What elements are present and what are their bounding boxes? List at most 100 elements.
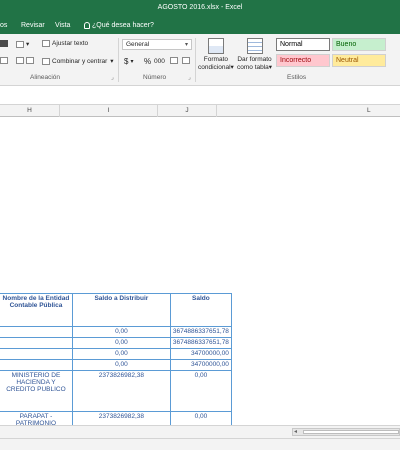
- conditional-format-label-1: Formato: [203, 56, 228, 63]
- dropdown-caret-icon: ▾: [110, 58, 114, 65]
- scrollbar-thumb[interactable]: [303, 430, 399, 434]
- scroll-left-arrow-icon[interactable]: ◂: [294, 428, 297, 435]
- tab-revisar[interactable]: Revisar: [21, 22, 45, 29]
- format-as-table-label-1: Dar formato: [237, 56, 272, 63]
- ribbon: ▾ Ajustar texto Combinar y centrar ▾ Alin…: [0, 34, 400, 86]
- table-cell[interactable]: 0,00: [71, 359, 171, 371]
- thousands-button[interactable]: 000: [154, 58, 165, 65]
- table-row: 0,00 34700000,00: [0, 348, 232, 360]
- table-header-row: Nombre de la Entidad Contable Pública Sa…: [0, 293, 232, 327]
- status-bar: [0, 438, 400, 450]
- ribbon-tabs: os Revisar Vista ¿Qué desea hacer?: [0, 17, 400, 34]
- table-row: MINISTERIO DE HACIENDA Y CREDITO PUBLICO…: [0, 370, 232, 412]
- lightbulb-icon: [84, 22, 90, 29]
- decrease-decimal-button[interactable]: [182, 57, 192, 64]
- indent-icon: [26, 57, 34, 64]
- merge-center-icon: [42, 57, 50, 65]
- table-cell[interactable]: 0,00: [169, 411, 232, 425]
- table-row: 0,00 34700000,00: [0, 359, 232, 371]
- table-icon: [246, 38, 263, 54]
- increase-decimal-icon: [170, 57, 178, 64]
- dropdown-caret-icon: ▾: [230, 64, 234, 71]
- style-normal[interactable]: Normal: [276, 38, 330, 51]
- indent-decrease-icon: [0, 57, 8, 64]
- tell-me-box[interactable]: ¿Qué desea hacer?: [84, 22, 154, 29]
- column-header-l-label: L: [367, 107, 371, 114]
- group-label-number: Número: [143, 74, 167, 81]
- table-cell[interactable]: MINISTERIO DE HACIENDA Y CREDITO PUBLICO: [0, 370, 73, 412]
- column-header-l[interactable]: L: [217, 105, 400, 117]
- style-bueno[interactable]: Bueno: [332, 38, 386, 51]
- wrap-text-label: Ajustar texto: [52, 40, 89, 47]
- number-format-select[interactable]: General ▾: [122, 39, 192, 50]
- conditional-format-button[interactable]: Formato condicional▾: [198, 38, 234, 72]
- header-cell-saldo[interactable]: Saldo: [169, 293, 232, 327]
- merge-center-button[interactable]: Combinar y centrar ▾: [42, 57, 114, 65]
- percent-symbol: %: [144, 57, 152, 66]
- data-table: Nombre de la Entidad Contable Pública Sa…: [0, 293, 232, 425]
- indent-increase-icon: [16, 57, 24, 64]
- table-row: 0,00 3674886337651,78: [0, 337, 232, 349]
- table-cell[interactable]: 0,00: [169, 370, 232, 412]
- thousands-symbol: 000: [154, 58, 165, 65]
- table-cell[interactable]: 34700000,00: [169, 359, 232, 371]
- currency-button[interactable]: $ ▾: [124, 57, 133, 66]
- tell-me-label: ¿Qué desea hacer?: [92, 22, 154, 29]
- column-header-j[interactable]: J: [158, 105, 217, 117]
- conditional-format-icon: [207, 38, 224, 54]
- style-incorrecto[interactable]: Incorrecto: [276, 54, 330, 67]
- table-cell[interactable]: 2373826982,38: [71, 370, 171, 412]
- column-header-h[interactable]: H: [0, 105, 60, 117]
- style-neutral[interactable]: Neutral: [332, 54, 386, 67]
- title-bar: AGOSTO 2016.xlsx - Excel: [0, 0, 400, 17]
- increase-decimal-button[interactable]: [170, 57, 180, 64]
- table-cell[interactable]: 0,00: [71, 337, 171, 349]
- table-cell[interactable]: 3674886337651,78: [169, 337, 232, 349]
- format-as-table-label-2: como tabla: [237, 64, 269, 71]
- table-cell[interactable]: [0, 326, 73, 338]
- table-cell[interactable]: 34700000,00: [169, 348, 232, 360]
- table-cell[interactable]: 0,00: [71, 348, 171, 360]
- wrap-text-button[interactable]: Ajustar texto: [42, 40, 88, 47]
- align-left-icon: [0, 40, 8, 47]
- table-row: 0,00 3674886337651,78: [0, 326, 232, 338]
- indent-increase-button[interactable]: [16, 57, 36, 64]
- formula-bar[interactable]: [0, 86, 400, 105]
- table-cell[interactable]: [0, 348, 73, 360]
- table-cell[interactable]: [0, 337, 73, 349]
- table-cell[interactable]: 2373826982,38: [71, 411, 171, 425]
- table-cell[interactable]: 3674886337651,78: [169, 326, 232, 338]
- header-cell-saldo-distribuir[interactable]: Saldo a Distribuir: [71, 293, 171, 327]
- indent-decrease-button[interactable]: [0, 57, 10, 64]
- align-left-button[interactable]: [0, 40, 10, 47]
- horizontal-scrollbar[interactable]: ◂: [292, 428, 400, 436]
- decrease-decimal-icon: [182, 57, 190, 64]
- format-as-table-button[interactable]: Dar formato como tabla▾: [237, 38, 272, 72]
- table-cell[interactable]: [0, 359, 73, 371]
- currency-symbol: $: [124, 57, 129, 66]
- dialog-launcher-icon[interactable]: ⌟: [111, 74, 114, 81]
- dialog-launcher-icon[interactable]: ⌟: [188, 74, 191, 81]
- tab-partial[interactable]: os: [0, 22, 7, 29]
- table-cell[interactable]: PARAPAT - PATRIMONIO AUTONOMO DE REMANEN…: [0, 411, 73, 425]
- conditional-format-label-2: condicional: [198, 64, 231, 71]
- percent-button[interactable]: %: [144, 57, 151, 66]
- group-divider: [118, 38, 119, 82]
- table-cell[interactable]: 0,00: [71, 326, 171, 338]
- wrap-text-icon: [42, 40, 50, 47]
- group-label-alignment: Alineación: [30, 74, 60, 81]
- group-divider: [195, 38, 196, 82]
- orientation-button[interactable]: ▾: [16, 40, 29, 48]
- orientation-icon: [16, 40, 24, 48]
- header-cell-entity[interactable]: Nombre de la Entidad Contable Pública: [0, 293, 73, 327]
- sheet-tabs-bar: ◂: [0, 425, 400, 438]
- window-title: AGOSTO 2016.xlsx - Excel: [157, 4, 243, 11]
- worksheet[interactable]: Nombre de la Entidad Contable Pública Sa…: [0, 117, 400, 425]
- column-headers: H I J L: [0, 105, 400, 117]
- column-header-i[interactable]: I: [60, 105, 158, 117]
- dropdown-caret-icon: ▾: [268, 64, 273, 71]
- dropdown-caret-icon: ▾: [26, 41, 30, 48]
- tab-vista[interactable]: Vista: [55, 22, 70, 29]
- table-row: PARAPAT - PATRIMONIO AUTONOMO DE REMANEN…: [0, 411, 232, 425]
- chevron-down-icon: ▾: [184, 42, 188, 48]
